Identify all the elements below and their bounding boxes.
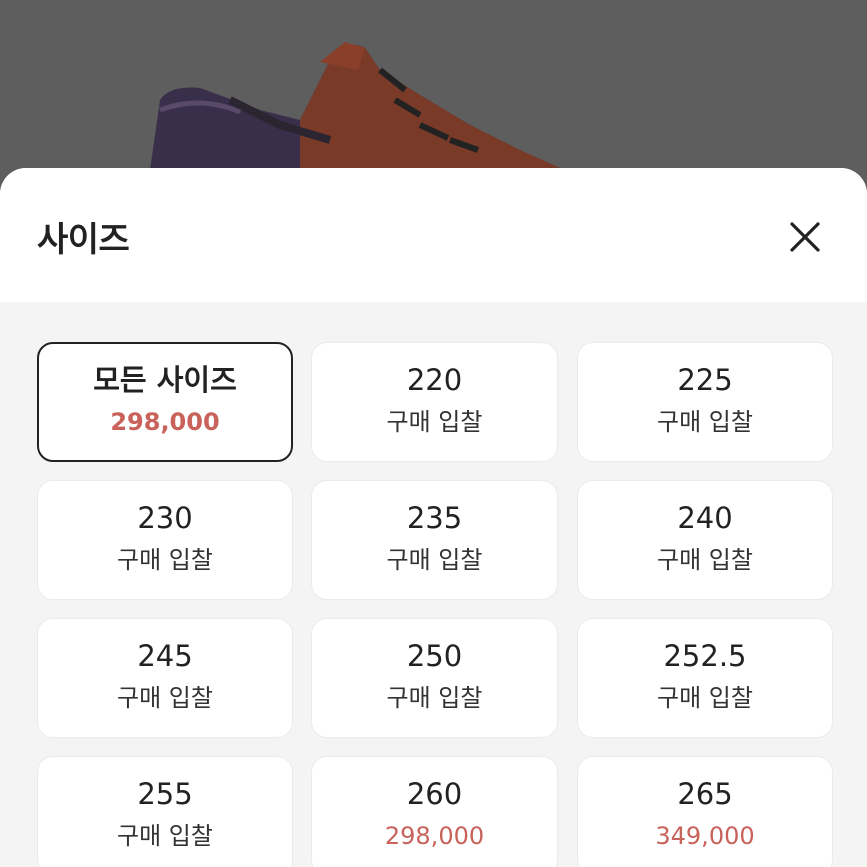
close-icon [790, 222, 820, 252]
size-label: 260 [406, 777, 463, 811]
size-label: 모든 사이즈 [93, 363, 237, 397]
size-label: 245 [137, 639, 193, 673]
size-price: 구매 입찰 [657, 408, 753, 436]
size-price: 구매 입찰 [386, 684, 483, 712]
size-price: 349,000 [655, 822, 755, 850]
size-label: 220 [406, 363, 463, 397]
size-label: 250 [406, 639, 463, 673]
size-price: 구매 입찰 [117, 684, 213, 712]
sheet-title: 사이즈 [37, 220, 130, 260]
size-option[interactable]: 252.5 구매 입찰 [577, 618, 833, 738]
sneaker-image [0, 0, 867, 190]
size-option[interactable]: 240 구매 입찰 [577, 480, 833, 600]
size-option[interactable]: 260 298,000 [311, 756, 558, 867]
size-option[interactable]: 230 구매 입찰 [37, 480, 293, 600]
page: 사이즈 모든 사이즈 298,000 220 구매 입찰 225 구매 입찰 230 구매 입… [0, 0, 867, 867]
size-bottom-sheet: 사이즈 모든 사이즈 298,000 220 구매 입찰 225 구매 입찰 230 구매 입… [0, 168, 867, 867]
size-option[interactable]: 220 구매 입찰 [311, 342, 558, 462]
size-option[interactable]: 225 구매 입찰 [577, 342, 833, 462]
size-price: 298,000 [110, 408, 220, 436]
size-label: 230 [137, 501, 193, 535]
size-label: 265 [677, 777, 733, 811]
size-price: 구매 입찰 [386, 408, 483, 436]
size-price: 298,000 [384, 822, 485, 850]
size-option[interactable]: 235 구매 입찰 [311, 480, 558, 600]
size-price: 구매 입찰 [657, 546, 753, 574]
size-option[interactable]: 245 구매 입찰 [37, 618, 293, 738]
size-option[interactable]: 250 구매 입찰 [311, 618, 558, 738]
size-label: 255 [137, 777, 193, 811]
size-price: 구매 입찰 [657, 684, 753, 712]
size-label: 240 [677, 501, 733, 535]
size-label: 252.5 [663, 639, 747, 673]
size-price: 구매 입찰 [117, 822, 213, 850]
size-label: 235 [406, 501, 463, 535]
size-option[interactable]: 265 349,000 [577, 756, 833, 867]
size-label: 225 [677, 363, 733, 397]
close-button[interactable] [782, 214, 828, 260]
size-option[interactable]: 255 구매 입찰 [37, 756, 293, 867]
size-price: 구매 입찰 [117, 546, 213, 574]
size-price: 구매 입찰 [386, 546, 483, 574]
size-option[interactable]: 모든 사이즈 298,000 [37, 342, 293, 462]
sheet-header: 사이즈 [0, 168, 867, 302]
product-image-backdrop [0, 0, 867, 190]
